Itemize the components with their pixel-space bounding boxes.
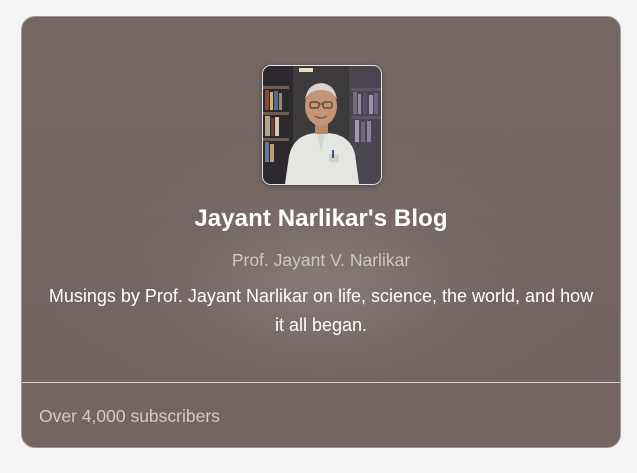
avatar-photo [263,66,381,184]
card-footer: Over 4,000 subscribers [22,383,620,447]
publication-card[interactable]: Jayant Narlikar's Blog Prof. Jayant V. N… [21,16,621,448]
card-header: Jayant Narlikar's Blog Prof. Jayant V. N… [22,17,620,382]
author-avatar[interactable] [262,65,382,185]
blog-title[interactable]: Jayant Narlikar's Blog [22,205,620,233]
subscriber-count: Over 4,000 subscribers [39,406,220,426]
blog-description: Musings by Prof. Jayant Narlikar on life… [48,286,594,335]
author-name: Prof. Jayant V. Narlikar [231,250,411,270]
